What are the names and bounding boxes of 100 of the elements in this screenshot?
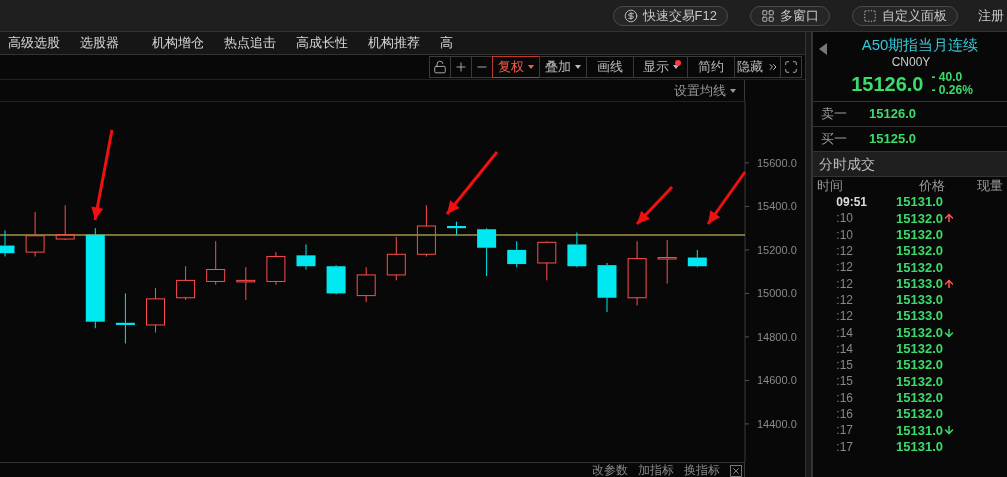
unlock-icon — [433, 60, 447, 74]
indicator-link[interactable]: 改参数 — [592, 464, 628, 477]
nav-tab[interactable]: 高成长性 — [296, 33, 368, 53]
close-icon[interactable] — [730, 465, 742, 477]
candlestick — [386, 236, 406, 281]
axis-label: 15000.0 — [757, 287, 797, 300]
axis-label: 15600.0 — [757, 156, 797, 169]
section-header: 分时成交 — [813, 152, 1007, 177]
toolbar-button[interactable]: 复权 — [492, 56, 540, 78]
nav-tab[interactable]: 高 — [440, 33, 512, 53]
price-cell-text: 15132.0 — [895, 209, 943, 228]
price-cell-text: 15132.0 — [895, 226, 943, 244]
candlestick — [687, 249, 707, 268]
axis-label: 14400.0 — [757, 417, 797, 430]
time-cell-text: :15 — [835, 357, 854, 375]
price-cell-text: 15132.0 — [895, 340, 943, 359]
order-book-price: 15125.0 — [869, 130, 916, 149]
collapse-arrow-icon[interactable] — [819, 43, 827, 55]
arrow-drawing — [635, 185, 674, 226]
time-cell-text: :12 — [835, 243, 854, 261]
top-bar-button[interactable]: 快速交易F12 — [612, 5, 728, 26]
arrow-drawing — [706, 171, 747, 225]
column-header: 时间 — [816, 176, 844, 195]
candlestick — [266, 251, 286, 286]
fullscreen-icon — [784, 60, 798, 74]
indicator-link[interactable]: 加指标 — [638, 464, 674, 477]
candlestick — [597, 262, 617, 313]
nav-tab[interactable]: 机构增仓 — [152, 33, 224, 53]
candlestick — [416, 204, 436, 257]
time-cell-text: :14 — [835, 324, 854, 342]
candlestick — [55, 204, 75, 241]
price-cell-text: 15131.0 — [895, 437, 943, 456]
indicator-link[interactable]: 换指标 — [684, 464, 720, 477]
zoom-out-button[interactable] — [471, 56, 493, 78]
fullscreen-button[interactable] — [780, 56, 802, 78]
price-cell-text: 15132.0 — [895, 405, 943, 424]
toolbar-button[interactable]: 简约 — [687, 56, 735, 78]
toolbar-button[interactable]: 显示 — [633, 56, 688, 78]
price-cell-text: 15132.0 — [895, 323, 943, 342]
time-cell-text: :15 — [835, 373, 854, 391]
candlestick — [326, 264, 346, 295]
nav-tab[interactable]: 机构推荐 — [368, 33, 440, 53]
caret-icon — [672, 65, 679, 69]
nav-tab[interactable]: 高级选股 — [8, 33, 80, 53]
caret-icon — [730, 88, 736, 93]
price-cell-text: 15132.0 — [895, 242, 943, 261]
candlestick — [447, 221, 466, 236]
toolbar-button[interactable]: 隐藏 — [734, 56, 781, 78]
lock-button[interactable] — [429, 56, 451, 78]
candlestick — [537, 240, 557, 281]
time-cell-text: :16 — [835, 389, 854, 407]
time-cell-text: :12 — [835, 291, 854, 309]
price-cell-text: 15132.0 — [895, 388, 943, 407]
instrument-code: CN00Y — [891, 55, 931, 69]
candlestick — [25, 211, 45, 257]
order-book-label: 买一 — [821, 130, 848, 149]
time-cell-text: :17 — [835, 422, 854, 440]
price-change: - 40.0 — [931, 71, 964, 84]
axis-label: 14600.0 — [757, 374, 797, 387]
candlestick — [115, 292, 135, 344]
time-cell-text: :14 — [835, 340, 854, 358]
price-cell-text: 15131.0 — [895, 193, 943, 212]
time-cell-text: :10 — [835, 226, 854, 244]
time-cell-text: :12 — [835, 275, 854, 293]
time-cell-text: :12 — [835, 308, 854, 326]
candlestick — [206, 240, 226, 286]
time-cell-text: :10 — [835, 210, 854, 228]
price-cell-text: 15131.0 — [895, 421, 943, 440]
candlestick — [176, 265, 196, 301]
price-cell-text: 15132.0 — [895, 356, 943, 375]
price-cell-text: 15132.0 — [895, 372, 943, 391]
top-bar-button[interactable]: 自定义面板 — [852, 5, 958, 26]
column-header: 价格 — [918, 176, 945, 195]
up-arrow-icon — [943, 277, 955, 290]
nav-tab[interactable]: 选股器 — [80, 33, 152, 53]
register-link[interactable]: 注册 — [978, 5, 1004, 26]
axis-label: 14800.0 — [757, 330, 797, 343]
candlestick — [146, 287, 165, 334]
candlestick — [627, 240, 647, 306]
column-header: 现量 — [977, 176, 1003, 195]
toolbar-button[interactable]: 叠加 — [539, 56, 587, 78]
axis-label: 15200.0 — [757, 243, 797, 256]
last-price: 15126.0 — [851, 72, 924, 97]
candlestick — [657, 239, 677, 285]
price-cell-text: 15133.0 — [895, 291, 943, 310]
candlestick — [356, 266, 376, 303]
candlestick — [296, 244, 316, 270]
plus-icon — [454, 60, 468, 74]
instrument-name: A50期指当月连续 — [861, 35, 979, 55]
candlestick — [507, 240, 527, 268]
price-cell-text: 15133.0 — [895, 274, 943, 293]
top-bar-button[interactable]: 多窗口 — [750, 5, 830, 26]
time-cell-text: :12 — [835, 259, 854, 277]
ma-settings-dropdown[interactable]: 设置均线 — [674, 80, 736, 101]
down-arrow-icon — [943, 326, 955, 339]
price-cell-text: 15133.0 — [895, 307, 943, 326]
yen-coin-icon — [623, 8, 638, 23]
price-cell-text: 15132.0 — [895, 258, 943, 277]
nav-tab[interactable]: 热点追击 — [224, 33, 296, 53]
toolbar-button[interactable]: 画线 — [586, 56, 634, 78]
